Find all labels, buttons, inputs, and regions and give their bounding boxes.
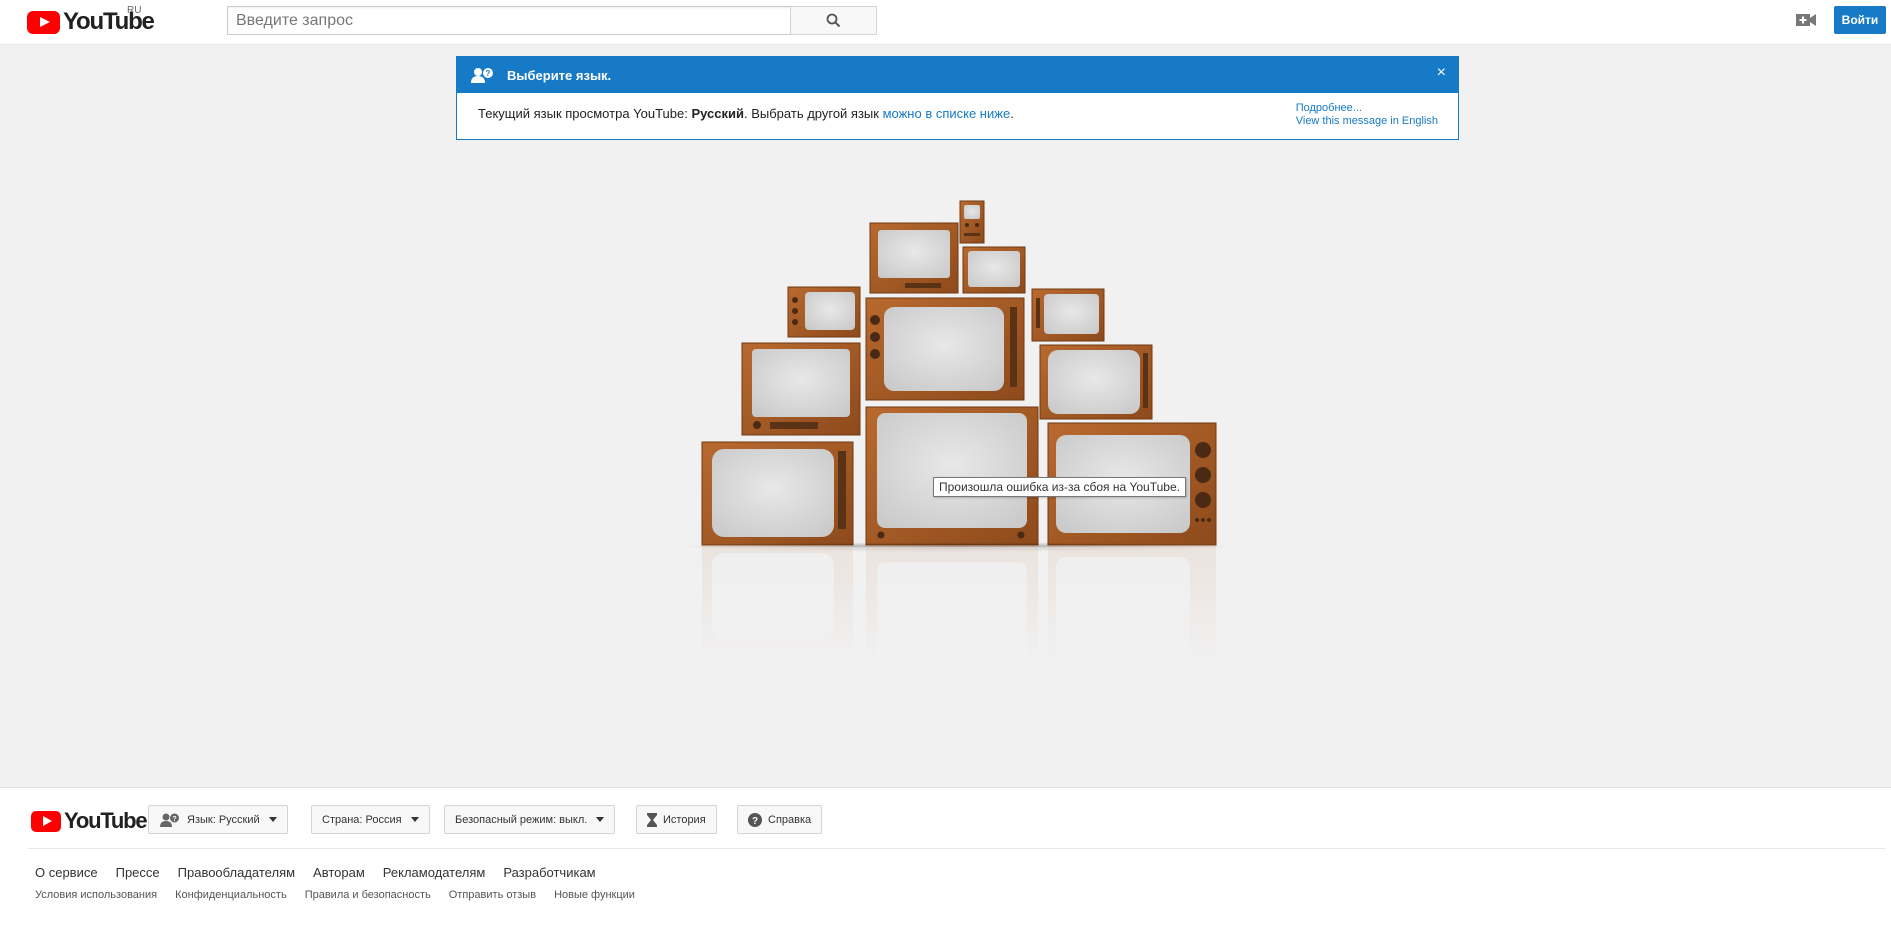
close-icon[interactable]: × <box>1437 65 1446 81</box>
country-code: RU <box>127 5 142 16</box>
language-icon: ? <box>470 67 496 88</box>
footer-divider <box>28 848 1885 849</box>
footer-link-press[interactable]: Прессе <box>116 865 160 880</box>
alert-text-middle: . Выбрать другой язык <box>744 106 883 121</box>
chevron-down-icon <box>268 817 277 822</box>
safety-mode-button[interactable]: Безопасный режим: выкл. <box>444 805 616 834</box>
youtube-play-icon <box>31 810 61 832</box>
help-button[interactable]: ? Справка <box>737 805 823 834</box>
masthead: YouTube RU Войти <box>0 0 1891 45</box>
language-list-link[interactable]: можно в списке ниже <box>883 106 1011 121</box>
safety-mode-label: Безопасный режим: выкл. <box>455 813 588 826</box>
svg-text:?: ? <box>172 816 176 823</box>
language-picker-button[interactable]: ? Язык: Русский <box>148 805 288 834</box>
chevron-down-icon <box>596 817 605 822</box>
svg-text:?: ? <box>752 816 758 827</box>
error-message-tooltip: Произошла ошибка из-за сбоя на YouTube. <box>933 477 1186 497</box>
alert-title: Выберите язык. <box>507 68 612 83</box>
alert-text-suffix: . <box>1010 106 1014 121</box>
current-language: Русский <box>691 106 744 121</box>
chevron-down-icon <box>410 817 419 822</box>
more-info-link[interactable]: Подробнее... <box>1296 102 1438 115</box>
hourglass-icon <box>647 812 657 827</box>
country-picker-label: Страна: Россия <box>322 813 402 826</box>
upload-video-button[interactable] <box>1795 11 1817 29</box>
english-message-link[interactable]: View this message in English <box>1296 115 1438 128</box>
signin-button[interactable]: Войти <box>1834 6 1886 34</box>
footer-link-advertise[interactable]: Рекламодателям <box>383 865 486 880</box>
footer-youtube-logo[interactable]: YouTube <box>31 808 148 833</box>
footer-link-copyright[interactable]: Правообладателям <box>178 865 295 880</box>
footer-link-privacy[interactable]: Конфиденциальность <box>175 889 287 901</box>
alert-links: Подробнее... View this message in Englis… <box>1296 102 1438 128</box>
footer-link-creators[interactable]: Авторам <box>313 865 365 880</box>
svg-text:?: ? <box>486 69 491 78</box>
footer-secondary-links: Условия использования Конфиденциальность… <box>35 889 635 901</box>
alert-header: ? Выберите язык. × <box>457 57 1458 93</box>
alert-message: Текущий язык просмотра YouTube: Русский.… <box>478 106 1014 121</box>
footer-primary-links: О сервисе Прессе Правообладателям Автора… <box>35 865 596 880</box>
search-button[interactable] <box>790 6 877 35</box>
footer-link-new-features[interactable]: Новые функции <box>554 889 635 901</box>
history-button[interactable]: История <box>636 805 717 834</box>
footer: YouTube ? Язык: Русский Страна: Россия Б… <box>0 787 1891 930</box>
history-label: История <box>663 813 706 826</box>
footer-logo-text: YouTube <box>64 808 148 833</box>
footer-link-policy-safety[interactable]: Правила и безопасность <box>305 889 431 901</box>
video-camera-plus-icon <box>1796 14 1816 26</box>
language-icon: ? <box>159 813 181 827</box>
help-label: Справка <box>768 813 812 826</box>
footer-link-terms[interactable]: Условия использования <box>35 889 157 901</box>
help-icon: ? <box>748 812 762 827</box>
footer-link-send-feedback[interactable]: Отправить отзыв <box>449 889 536 901</box>
language-alert: ? Выберите язык. × Текущий язык просмотр… <box>456 56 1459 140</box>
search-icon <box>826 13 841 28</box>
alert-text-prefix: Текущий язык просмотра YouTube: <box>478 106 692 121</box>
footer-link-developers[interactable]: Разработчикам <box>503 865 595 880</box>
error-tv-stack-illustration <box>675 200 1235 665</box>
country-picker-button[interactable]: Страна: Россия <box>311 805 430 834</box>
search-box <box>227 6 792 35</box>
search-input[interactable] <box>228 7 792 34</box>
footer-link-about[interactable]: О сервисе <box>35 865 98 880</box>
language-picker-label: Язык: Русский <box>187 813 260 826</box>
youtube-play-icon <box>27 10 60 34</box>
